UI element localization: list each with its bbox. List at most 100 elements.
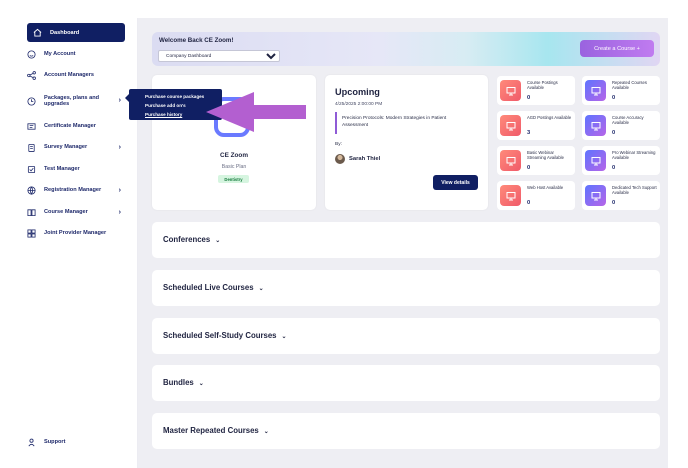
stat-card: Pro Webinar Streaming Available 0 [582,146,660,175]
chevron-down-icon: ⌄ [198,381,204,387]
presenter: Sarah Thiel [335,154,380,164]
network-icon [27,70,36,80]
stat-card: Course Accuracy Available 0 [582,111,660,140]
section-scheduled-live-courses[interactable]: Scheduled Live Courses ⌄ [152,270,660,306]
chevron-right-icon: › [118,208,121,216]
person-icon [27,438,36,447]
top-bar [0,0,688,18]
sidebar-item-joint-provider-manager[interactable]: Joint Provider Manager [27,228,125,238]
create-course-button[interactable]: Create a Course + [580,40,654,57]
chevron-down-icon: ⌄ [281,334,287,340]
stat-card: Repeated Courses Available 0 [582,76,660,105]
chevron-right-icon: › [118,143,121,151]
presentation-icon [500,185,521,206]
sidebar-item-certificate-manager[interactable]: Certificate Manager [27,121,125,131]
presentation-icon [500,115,521,136]
presenter-label: By: [335,142,342,147]
presentation-icon [500,80,521,101]
test-icon [27,165,36,174]
upcoming-title: Upcoming [335,87,380,97]
stat-card: AGD Postings Available 3 [497,111,575,140]
presenter-name: Sarah Thiel [349,156,381,162]
stat-card: Basic Webinar Streaming Available 0 [497,146,575,175]
chevron-right-icon: › [118,186,121,194]
clock-icon [27,96,36,106]
sidebar-item-test-manager[interactable]: Test Manager [27,164,125,174]
sidebar-item-label: Course Manager [44,209,88,215]
presentation-icon [500,150,521,171]
stat-label: Repeated Courses Available [612,80,647,90]
stat-value: 0 [527,165,531,171]
upcoming-card: Upcoming 4/25/2025 2:00:00 PM Precision … [325,75,488,210]
sidebar-item-label: Test Manager [44,166,80,172]
sidebar-item-registration-manager[interactable]: Registration Manager › [27,185,125,195]
stat-card: Course Postings Available 0 [497,76,575,105]
presentation-icon [585,150,606,171]
stat-label: Basic Webinar Streaming Available [527,150,564,160]
view-details-button[interactable]: View details [433,175,478,190]
section-bundles[interactable]: Bundles ⌄ [152,365,660,401]
sidebar-item-course-manager[interactable]: Course Manager › [27,207,125,217]
section-title: Master Repeated Courses ⌄ [163,426,269,435]
sidebar-item-label: Account Managers [44,72,95,78]
sidebar-item-label: My Account [44,51,76,57]
stat-value: 0 [527,200,531,206]
stat-value: 0 [612,165,616,171]
stat-value: 0 [612,95,616,101]
presentation-icon [585,115,606,136]
sidebar-item-support[interactable]: Support [27,437,125,447]
sidebar-item-label: Packages, plans and upgrades [44,94,100,108]
stat-card: Dedicated Tech Support Available 0 [582,181,660,210]
sidebar-item-label: Registration Manager [44,187,102,193]
chevron-down-icon: ⌄ [258,286,264,292]
sidebar-item-label: Joint Provider Manager [44,230,107,236]
upcoming-course-title: Precision Protocols: Modern Strategies i… [335,112,465,134]
stat-value: 3 [527,130,531,136]
section-conferences[interactable]: Conferences ⌄ [152,222,660,258]
sidebar [0,18,138,468]
stat-label: AGD Postings Available [527,115,572,120]
sidebar-item-label: Survey Manager [44,144,88,150]
stat-label: Pro Webinar Streaming Available [612,150,656,160]
welcome-heading: Welcome Back CE Zoom! [159,37,234,44]
sidebar-item-my-account[interactable]: My Account [27,49,125,59]
dashboard-select[interactable]: Company Dashboard [158,50,280,62]
sidebar-item-packages[interactable]: Packages, plans and upgrades › [27,94,125,108]
section-title: Bundles ⌄ [163,378,204,387]
sidebar-item-dashboard[interactable]: Dashboard [27,23,125,42]
grid-icon [27,228,36,238]
stat-label: Dedicated Tech Support Available [612,185,657,195]
section-master-repeated-courses[interactable]: Master Repeated Courses ⌄ [152,413,660,449]
sidebar-item-label: Certificate Manager [44,123,96,129]
stat-label: Course Accuracy Available [612,115,644,125]
chevron-down-icon: ⌄ [263,429,269,435]
specialty-badge: Dentistry [218,175,249,183]
presentation-icon [585,80,606,101]
sidebar-item-survey-manager[interactable]: Survey Manager › [27,142,125,152]
certificate-icon [27,122,36,131]
stat-card: Web Host Available 0 [497,181,575,210]
section-scheduled-self-study-courses[interactable]: Scheduled Self-Study Courses ⌄ [152,318,660,354]
sidebar-item-label: Support [44,439,66,445]
welcome-banner: Welcome Back CE Zoom! Company Dashboard … [152,32,660,66]
stat-value: 0 [612,200,616,206]
upcoming-date: 4/25/2025 2:00:00 PM [335,102,383,107]
chevron-right-icon: › [118,96,121,104]
company-name: CE Zoom [219,152,249,159]
stat-label: Web Host Available [527,185,564,190]
plan-name: Basic Plan [221,164,247,170]
section-title: Conferences ⌄ [163,235,221,244]
presentation-icon [585,185,606,206]
chevron-down-icon: ⌄ [215,238,221,244]
presenter-avatar [335,154,345,164]
sidebar-item-label: Dashboard [50,29,80,36]
section-title: Scheduled Self-Study Courses ⌄ [163,331,287,340]
smiley-icon [27,49,36,59]
section-title: Scheduled Live Courses ⌄ [163,283,264,292]
annotation-arrow [206,92,306,132]
stat-label: Course Postings Available [527,80,558,90]
book-icon [27,208,36,217]
stat-value: 0 [612,130,616,136]
stat-value: 0 [527,95,531,101]
sidebar-item-account-managers[interactable]: Account Managers [27,70,125,80]
